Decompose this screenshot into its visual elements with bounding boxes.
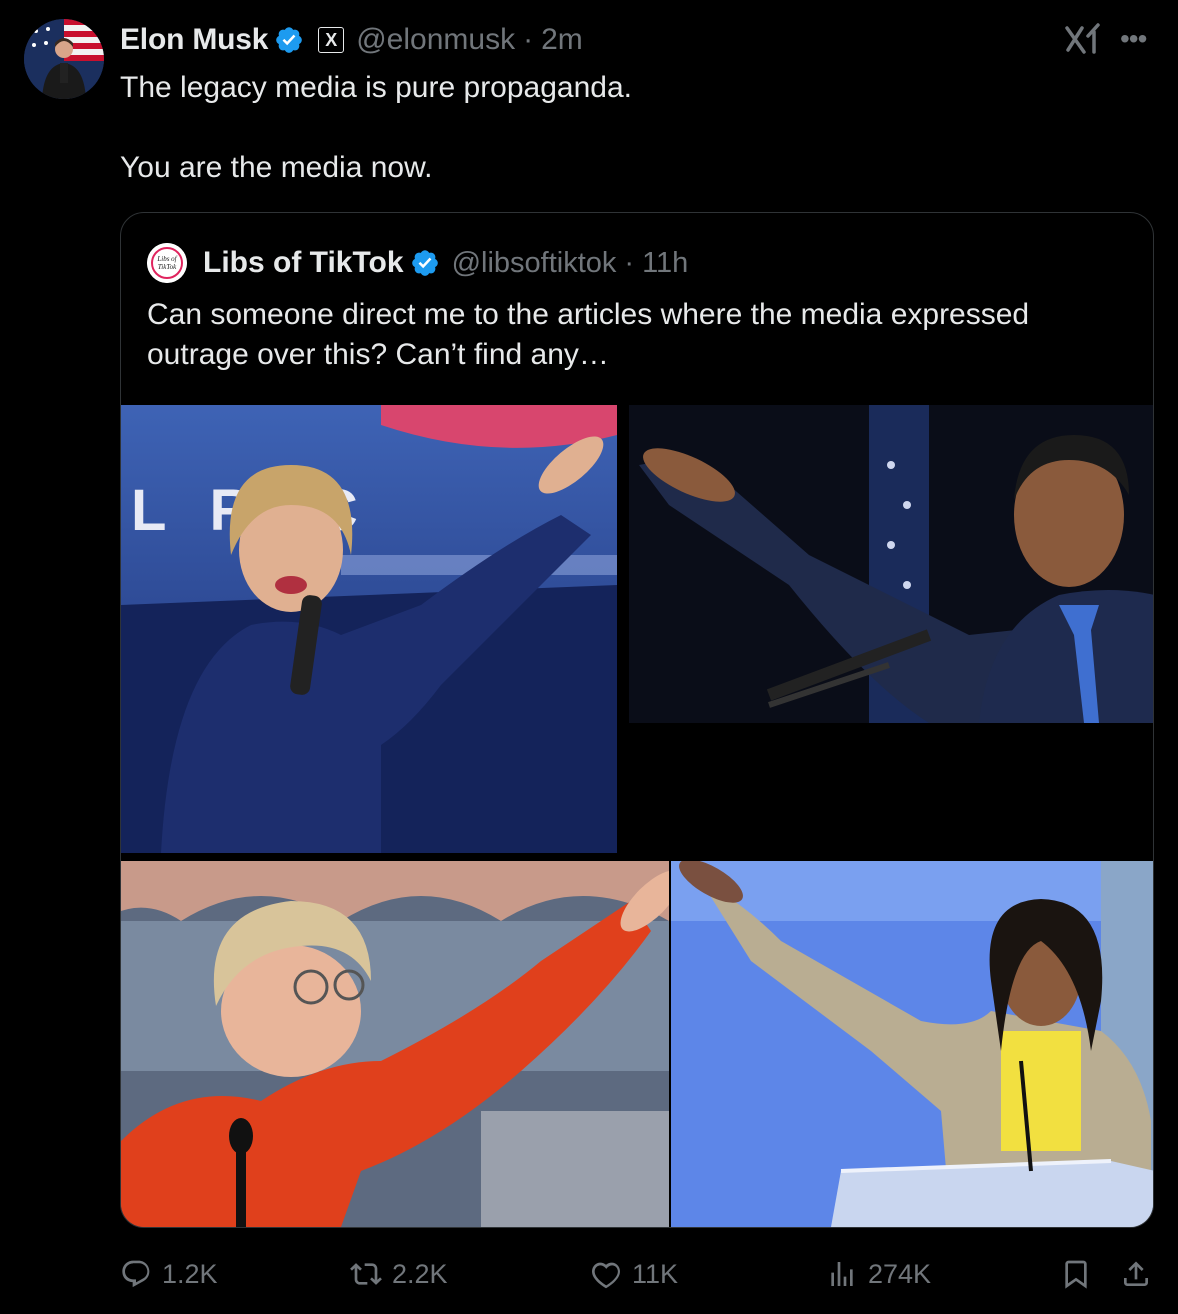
avatar-text-top: Libs of <box>156 255 177 263</box>
author-name[interactable]: Elon Musk <box>120 23 268 57</box>
quoted-media-collage[interactable]: L RYC <box>121 405 1153 1227</box>
media-image-1[interactable]: L RYC <box>121 405 617 853</box>
view-count: 274K <box>868 1258 932 1289</box>
like-count: 11K <box>632 1258 679 1289</box>
repost-icon <box>350 1263 382 1285</box>
tweet-time[interactable]: 2m <box>541 23 583 57</box>
media-image-4[interactable] <box>671 861 1153 1227</box>
separator-dot: · <box>523 23 534 56</box>
reply-count: 1.2K <box>162 1258 218 1289</box>
heart-icon <box>592 1262 620 1289</box>
avatar-text-bottom: TikTok <box>158 263 177 271</box>
quoted-author-handle[interactable]: @libsoftiktok <box>452 247 617 280</box>
more-icon[interactable]: ••• <box>1120 24 1156 54</box>
author-avatar[interactable] <box>24 19 104 99</box>
quoted-tweet-text: Can someone direct me to the articles wh… <box>147 298 1030 371</box>
separator-dot: · <box>624 246 635 279</box>
views-button[interactable]: 274K <box>826 1250 931 1298</box>
tweet-actions: 1.2K 2.2K 11K 274K <box>120 1250 1160 1298</box>
reply-icon <box>122 1260 150 1288</box>
tweet-text-line: The legacy media is pure propaganda. <box>120 71 632 104</box>
elon-musk-avatar-image <box>24 19 104 99</box>
verified-badge-icon[interactable] <box>410 248 440 278</box>
media-image-3[interactable] <box>121 861 669 1227</box>
grok-icon[interactable] <box>1064 22 1102 56</box>
quoted-tweet-time[interactable]: 11h <box>642 247 688 280</box>
media-image-2[interactable] <box>629 405 1153 723</box>
repost-button[interactable]: 2.2K <box>350 1250 448 1298</box>
quoted-tweet[interactable]: Libs of TikTok Libs of TikTok @libsoftik… <box>120 212 1154 1228</box>
tweet-header: Elon Musk X @elonmusk · 2m <box>120 20 583 60</box>
tweet-text-line: You are the media now. <box>120 151 433 184</box>
author-handle[interactable]: @elonmusk <box>356 23 515 57</box>
bookmark-icon <box>1065 1260 1087 1289</box>
share-button[interactable] <box>1120 1250 1152 1298</box>
quoted-tweet-header: Libs of TikTok Libs of TikTok @libsoftik… <box>147 243 688 283</box>
share-icon <box>1124 1261 1148 1286</box>
quoted-author-name[interactable]: Libs of TikTok <box>203 246 404 280</box>
x-affiliation-icon[interactable]: X <box>318 27 345 53</box>
libs-of-tiktok-avatar-image: Libs of TikTok <box>147 243 187 283</box>
verified-badge-icon[interactable] <box>274 25 304 55</box>
bookmark-button[interactable] <box>1060 1250 1092 1298</box>
reply-button[interactable]: 1.2K <box>120 1250 218 1298</box>
quoted-author-avatar[interactable]: Libs of TikTok <box>147 243 187 283</box>
views-icon <box>831 1262 853 1286</box>
tweet-text: The legacy media is pure propaganda. You… <box>120 68 1120 188</box>
repost-count: 2.2K <box>392 1258 448 1289</box>
like-button[interactable]: 11K <box>590 1250 678 1298</box>
